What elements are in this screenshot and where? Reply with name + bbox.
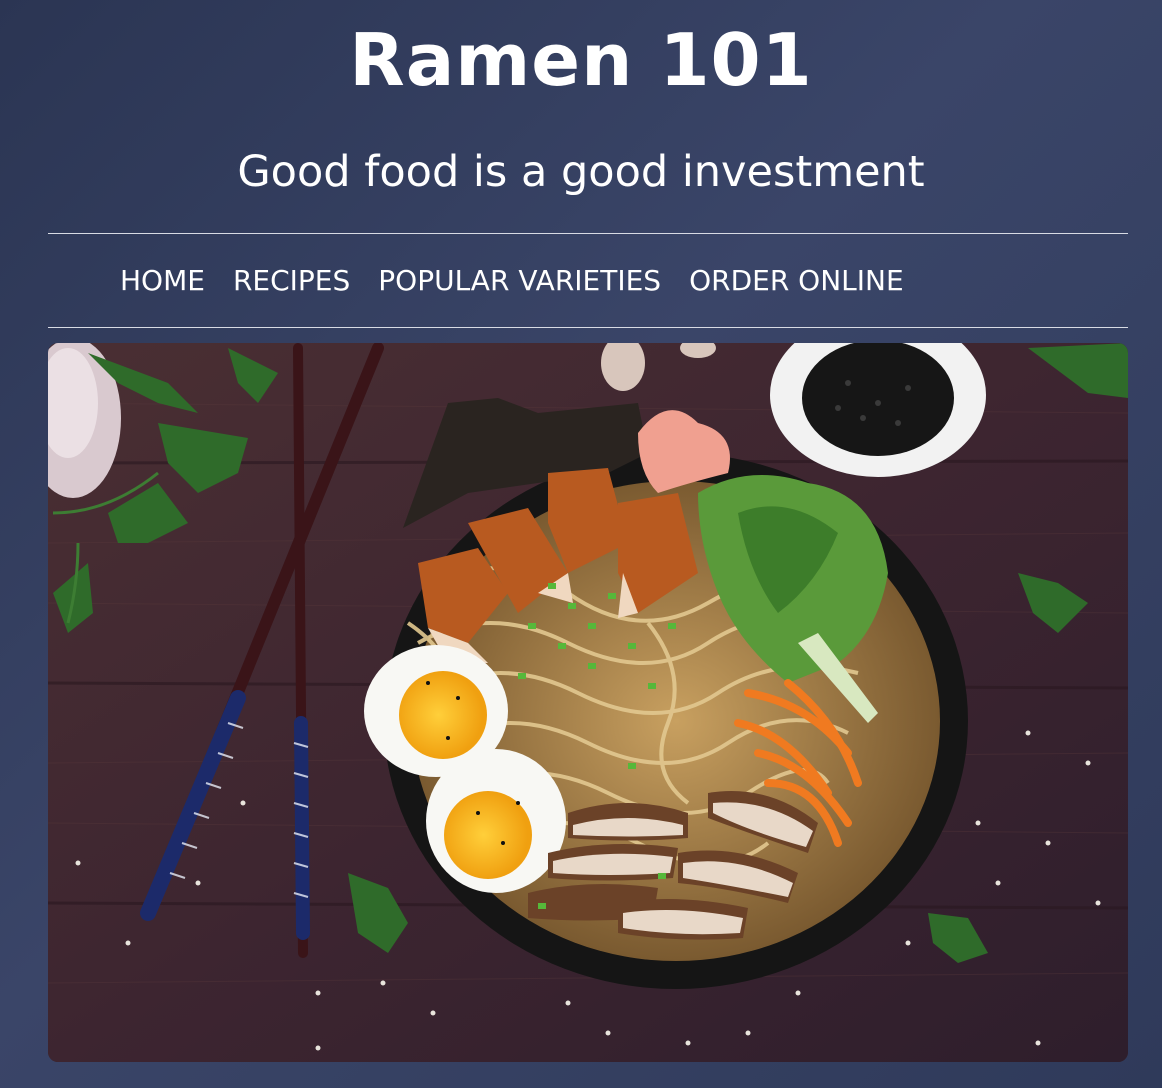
nav-divider-top xyxy=(48,233,1128,234)
nav-link-recipes[interactable]: RECIPES xyxy=(233,262,350,300)
nav-link-home[interactable]: HOME xyxy=(120,262,205,300)
nav-link-order-online[interactable]: ORDER ONLINE xyxy=(689,262,904,300)
main-nav: HOME RECIPES POPULAR VARIETIES ORDER ONL… xyxy=(120,262,904,300)
nav-link-popular-varieties[interactable]: POPULAR VARIETIES xyxy=(378,262,661,300)
nav-divider-bottom xyxy=(48,327,1128,328)
hero-image xyxy=(48,343,1128,1062)
site-title: Ramen 101 xyxy=(349,18,813,102)
site-tagline: Good food is a good investment xyxy=(237,147,925,197)
